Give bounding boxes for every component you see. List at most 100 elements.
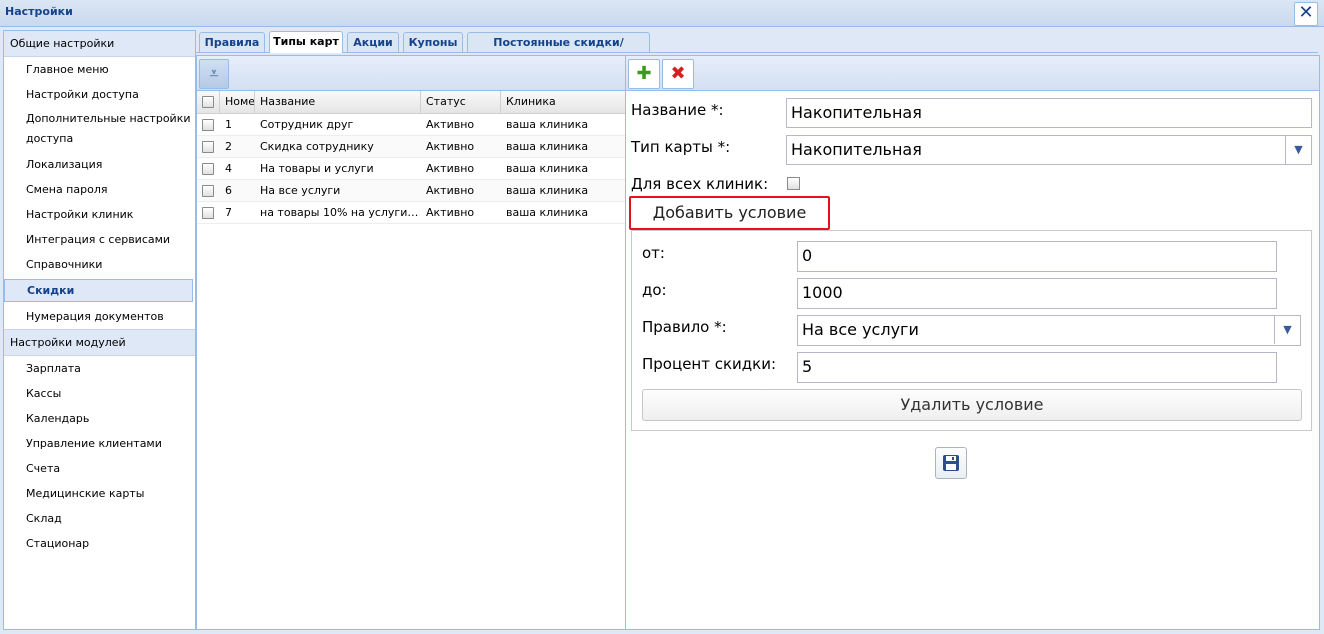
row-clinic-cell: ваша клиника <box>506 162 589 175</box>
discount-tabs: Правила Типы карт Акции Купоны Постоянны… <box>196 30 1318 68</box>
card-type-label: Тип карты *: <box>631 138 731 156</box>
save-icon <box>943 455 959 471</box>
card-type-value: Накопительная <box>791 140 922 159</box>
chevron-down-icon[interactable]: ▼ <box>1285 136 1311 164</box>
rule-label: Правило *: <box>642 318 727 336</box>
sidebar-item-clients[interactable]: Управление клиентами <box>4 431 195 456</box>
row-checkbox[interactable] <box>202 207 214 219</box>
row-status-cell: Активно <box>426 184 475 197</box>
sidebar-item-integrations[interactable]: Интеграция с сервисами <box>4 227 195 252</box>
sidebar-item-clinics[interactable]: Настройки клиник <box>4 202 195 227</box>
card-type-select[interactable]: Накопительная ▼ <box>786 135 1312 165</box>
sidebar-group-modules[interactable]: Настройки модулей <box>4 329 195 356</box>
row-number-cell: 6 <box>225 184 232 197</box>
delete-condition-button[interactable]: Удалить условие <box>642 389 1302 421</box>
table-row[interactable]: 4 На товары и услуги Активно ваша клиника <box>197 158 625 180</box>
all-clinics-checkbox[interactable] <box>787 177 800 190</box>
sidebar-item-localization[interactable]: Локализация <box>4 152 195 177</box>
row-select-cell[interactable] <box>197 114 220 135</box>
rule-value: На все услуги <box>802 320 919 339</box>
tab-card-types[interactable]: Типы карт <box>269 31 343 53</box>
chevron-down-icon[interactable]: ▼ <box>1274 316 1300 344</box>
row-select-cell[interactable] <box>197 202 220 223</box>
sidebar-item-main-menu[interactable]: Главное меню <box>4 57 195 82</box>
row-name-cell: Сотрудник друг <box>260 118 354 131</box>
sidebar-item-cash[interactable]: Кассы <box>4 381 195 406</box>
close-window-button[interactable]: ✕ <box>1294 2 1318 26</box>
row-status-cell: Активно <box>426 206 475 219</box>
sidebar-item-medical-cards[interactable]: Медицинские карты <box>4 481 195 506</box>
filter-button[interactable]: ⩡ <box>199 59 229 89</box>
add-condition-button[interactable]: Добавить условие <box>629 196 830 230</box>
row-select-cell[interactable] <box>197 180 220 201</box>
row-name-cell: на товары 10% на услуги 2… <box>260 206 421 219</box>
tab-rules[interactable]: Правила <box>199 32 265 52</box>
header-select-all[interactable] <box>197 91 220 113</box>
row-clinic-cell: ваша клиника <box>506 118 589 131</box>
add-icon: ✚ <box>636 63 652 84</box>
rule-select[interactable]: На все услуги ▼ <box>797 315 1301 346</box>
form-toolbar: ✚ ✖ <box>626 56 1319 91</box>
sidebar-item-hospital[interactable]: Стационар <box>4 531 195 556</box>
row-status-cell: Активно <box>426 140 475 153</box>
add-button[interactable]: ✚ <box>628 59 660 89</box>
filter-icon: ⩡ <box>209 64 219 82</box>
name-input[interactable]: Накопительная <box>786 98 1312 128</box>
row-number-cell: 2 <box>225 140 232 153</box>
row-name-cell: На все услуги <box>260 184 341 197</box>
grid-body: 1 Сотрудник друг Активно ваша клиника 2 Скидк… <box>197 114 625 224</box>
header-number[interactable]: Номер <box>220 91 255 113</box>
table-row[interactable]: 6 На все услуги Активно ваша клиника <box>197 180 625 202</box>
sidebar-item-extra-access[interactable]: Дополнительные настройки доступа <box>4 107 195 152</box>
sidebar-item-calendar[interactable]: Календарь <box>4 406 195 431</box>
sidebar-item-invoices[interactable]: Счета <box>4 456 195 481</box>
table-row[interactable]: 1 Сотрудник друг Активно ваша клиника <box>197 114 625 136</box>
sidebar-item-discounts[interactable]: Скидки <box>4 279 193 302</box>
sidebar-item-salary[interactable]: Зарплата <box>4 356 195 381</box>
row-number-cell: 4 <box>225 162 232 175</box>
to-input[interactable]: 1000 <box>797 278 1277 309</box>
row-checkbox[interactable] <box>202 185 214 197</box>
percent-input[interactable]: 5 <box>797 352 1277 383</box>
sidebar-item-warehouse[interactable]: Склад <box>4 506 195 531</box>
to-label: до: <box>642 281 667 299</box>
tab-permanent-discounts[interactable]: Постоянные скидки/надбавки <box>467 32 650 68</box>
card-types-grid-panel: ⩡ Номер Название Статус Клиника 1 Сотрудн… <box>196 55 626 630</box>
save-button[interactable] <box>935 447 967 479</box>
percent-label: Процент скидки: <box>642 355 777 373</box>
row-clinic-cell: ваша клиника <box>506 206 589 219</box>
from-label: от: <box>642 244 665 262</box>
delete-button[interactable]: ✖ <box>662 59 694 89</box>
row-name-cell: Скидка сотруднику <box>260 140 374 153</box>
settings-sidebar: Общие настройки Главное меню Настройки д… <box>3 30 196 630</box>
delete-icon: ✖ <box>670 63 686 84</box>
header-name[interactable]: Название <box>255 91 421 113</box>
grid-toolbar: ⩡ <box>197 56 625 91</box>
row-select-cell[interactable] <box>197 136 220 157</box>
tab-coupons[interactable]: Купоны <box>403 32 463 52</box>
sidebar-item-access[interactable]: Настройки доступа <box>4 82 195 107</box>
name-label: Название *: <box>631 101 724 119</box>
from-input[interactable]: 0 <box>797 241 1277 272</box>
row-name-cell: На товары и услуги <box>260 162 374 175</box>
header-clinic[interactable]: Клиника <box>501 91 625 113</box>
sidebar-item-doc-numbering[interactable]: Нумерация документов <box>4 304 195 329</box>
header-status[interactable]: Статус <box>421 91 501 113</box>
window-title: Настройки <box>5 5 73 18</box>
table-row[interactable]: 2 Скидка сотруднику Активно ваша клиника <box>197 136 625 158</box>
tab-promotions[interactable]: Акции <box>347 32 399 52</box>
row-status-cell: Активно <box>426 162 475 175</box>
row-number-cell: 1 <box>225 118 232 131</box>
row-checkbox[interactable] <box>202 141 214 153</box>
table-row[interactable]: 7 на товары 10% на услуги 2… Активно ваша к… <box>197 202 625 224</box>
row-clinic-cell: ваша клиника <box>506 140 589 153</box>
sidebar-item-directories[interactable]: Справочники <box>4 252 195 277</box>
sidebar-item-change-password[interactable]: Смена пароля <box>4 177 195 202</box>
grid-header: Номер Название Статус Клиника <box>197 91 625 114</box>
row-select-cell[interactable] <box>197 158 220 179</box>
row-checkbox[interactable] <box>202 119 214 131</box>
row-checkbox[interactable] <box>202 163 214 175</box>
sidebar-group-general[interactable]: Общие настройки <box>4 31 195 57</box>
select-all-checkbox[interactable] <box>202 96 214 108</box>
row-number-cell: 7 <box>225 206 232 219</box>
